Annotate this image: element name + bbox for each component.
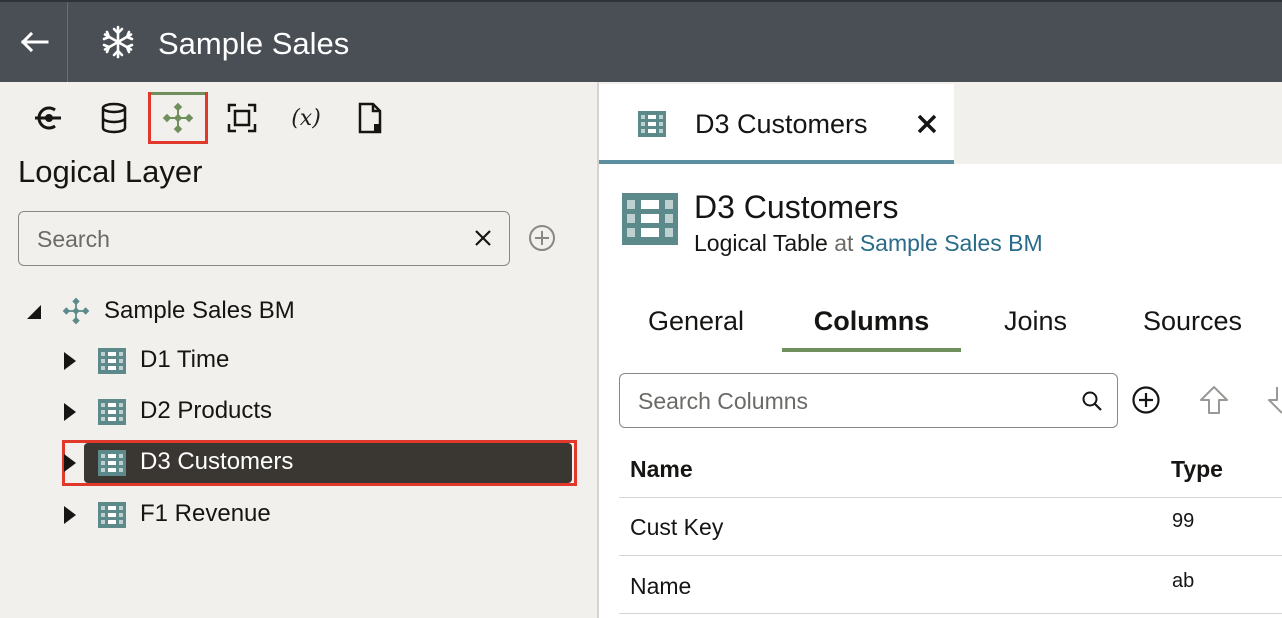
cell-name: Cust Key	[630, 514, 724, 540]
expand-caret-icon[interactable]	[64, 352, 76, 370]
tab-d3-customers[interactable]: D3 Customers	[599, 84, 954, 164]
tree-item-label: D3 Customers	[140, 448, 294, 475]
cell-type: 99	[1172, 510, 1195, 532]
tree-item-d3-customers[interactable]: D3 Customers	[62, 439, 577, 487]
move-up-icon[interactable]	[1198, 384, 1230, 416]
tab-label: D3 Customers	[695, 109, 868, 139]
table-icon	[98, 348, 126, 374]
collapse-triangle-icon[interactable]	[23, 301, 43, 321]
logical-layer-tool-button[interactable]	[148, 92, 208, 144]
columns-search-input[interactable]	[636, 374, 1060, 428]
tree-item-f1-revenue[interactable]: F1 Revenue	[62, 491, 562, 539]
column-header-name[interactable]: Name	[630, 452, 693, 486]
move-down-icon[interactable]	[1266, 384, 1282, 416]
connection-icon	[35, 106, 61, 130]
tab-sources[interactable]: Sources	[1143, 300, 1273, 352]
search-icon[interactable]	[1081, 390, 1103, 412]
physical-layer-tool-button[interactable]	[84, 92, 144, 144]
tree-item-label: Sample Sales BM	[104, 297, 295, 324]
tab-columns[interactable]: Columns	[782, 300, 961, 352]
logical-model-icon	[162, 102, 194, 134]
app-header: Sample Sales	[0, 0, 1282, 82]
tree-item-d2-products[interactable]: D2 Products	[62, 388, 562, 436]
table-icon	[638, 111, 666, 137]
cell-type: ab	[1172, 570, 1195, 592]
app-title: Sample Sales	[158, 26, 350, 61]
columns-search-box	[619, 373, 1118, 428]
table-divider	[619, 555, 1282, 556]
add-icon[interactable]	[528, 224, 556, 252]
table-icon	[98, 502, 126, 528]
database-icon	[101, 102, 127, 134]
table-divider	[619, 613, 1282, 614]
entity-type: Logical Table	[694, 230, 828, 256]
tree-item-d1-time[interactable]: D1 Time	[62, 337, 562, 385]
panel-title: Logical Layer	[18, 154, 203, 189]
cell-name: Name	[630, 573, 692, 599]
expand-caret-icon[interactable]	[64, 454, 76, 472]
tree-item-label: D2 Products	[140, 397, 273, 424]
close-icon[interactable]	[915, 112, 939, 136]
entity-subtitle: Logical Table at Sample Sales BM	[694, 229, 1043, 257]
tab-joins[interactable]: Joins	[1004, 300, 1084, 352]
clear-search-icon[interactable]	[471, 226, 495, 250]
presentation-layer-tool-button[interactable]	[212, 92, 272, 144]
table-icon	[622, 193, 678, 245]
search-box	[18, 211, 510, 266]
tree-item-label: F1 Revenue	[140, 500, 271, 527]
document-tool-button[interactable]	[340, 92, 400, 144]
tree-item-label: D1 Time	[140, 346, 230, 373]
snowflake-icon	[102, 25, 134, 59]
add-column-icon[interactable]	[1131, 385, 1161, 415]
table-icon	[98, 450, 126, 476]
column-header-type[interactable]: Type	[1171, 452, 1223, 486]
presentation-frame-icon	[227, 103, 257, 133]
search-input[interactable]	[35, 212, 459, 266]
variable-icon: (x)	[291, 105, 321, 131]
expand-caret-icon[interactable]	[64, 403, 76, 421]
back-button[interactable]	[0, 2, 68, 82]
connection-tool-button[interactable]	[18, 92, 78, 144]
expand-caret-icon[interactable]	[64, 506, 76, 524]
document-icon	[358, 102, 382, 134]
entity-at: at	[834, 230, 854, 256]
arrow-left-icon	[20, 31, 48, 53]
variables-tool-button[interactable]: (x)	[276, 92, 336, 144]
tab-general[interactable]: General	[648, 300, 758, 352]
table-divider	[619, 497, 1282, 498]
table-icon	[98, 399, 126, 425]
entity-title: D3 Customers	[694, 189, 899, 225]
logical-model-icon	[62, 297, 90, 325]
entity-parent-link[interactable]: Sample Sales BM	[860, 230, 1043, 256]
